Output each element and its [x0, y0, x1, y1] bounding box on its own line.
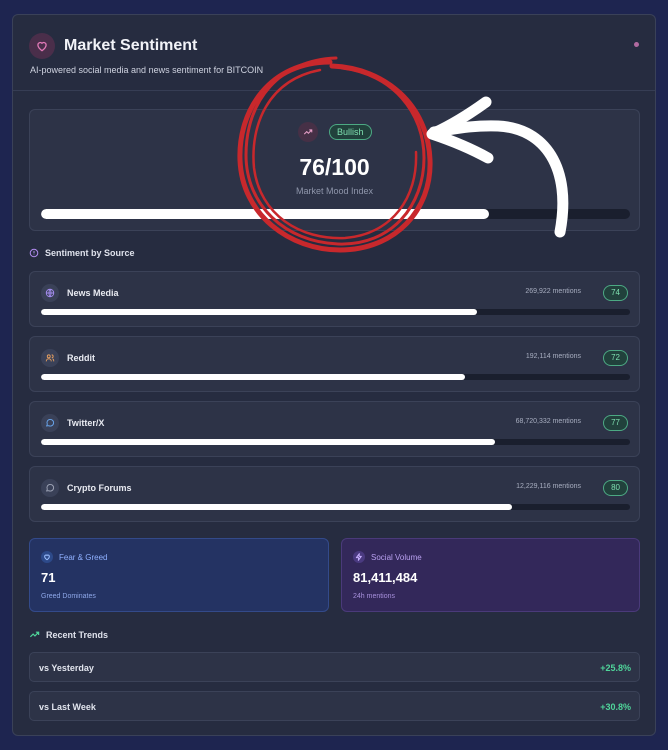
trends-title-label: Recent Trends [46, 629, 109, 640]
status-dot [634, 42, 639, 47]
globe-icon [41, 284, 59, 302]
fear-greed-header: Fear & Greed [41, 551, 107, 563]
card-subtitle: AI-powered social media and news sentime… [30, 65, 264, 75]
source-name: Twitter/X [67, 418, 105, 428]
source-row-twitter[interactable]: Twitter/X 68,720,332 mentions 77 [29, 401, 640, 457]
sources-section-title: Sentiment by Source [29, 248, 135, 258]
social-volume-header: Social Volume [353, 551, 422, 563]
fear-greed-label: Fear & Greed [59, 552, 108, 562]
chat-bubble-icon [41, 414, 59, 432]
source-mentions: 269,922 mentions [525, 288, 581, 295]
card-header: Market Sentiment AI-powered social media… [13, 15, 655, 91]
source-row-reddit[interactable]: Reddit 192,114 mentions 72 [29, 336, 640, 392]
mood-progress-fill [41, 209, 489, 219]
social-volume-card[interactable]: Social Volume 81,411,484 24h mentions [341, 538, 640, 612]
source-row-crypto-forums[interactable]: Crypto Forums 12,229,116 mentions 80 [29, 466, 640, 522]
mood-progress-bar [41, 209, 630, 219]
trend-value: +25.8% [600, 663, 631, 673]
mood-index-label: Market Mood Index [295, 186, 374, 196]
trend-label: vs Yesterday [39, 663, 94, 673]
trend-label: vs Last Week [39, 702, 96, 712]
source-name: Crypto Forums [67, 483, 132, 493]
source-score-badge: 77 [603, 415, 628, 431]
mood-index-value: 76/100 [299, 154, 370, 180]
sources-title-label: Sentiment by Source [45, 248, 135, 258]
fear-greed-sub: Greed Dominates [41, 593, 96, 600]
chat-bubble-icon [41, 479, 59, 497]
trends-section-title: Recent Trends [29, 629, 108, 640]
source-row-news-media[interactable]: News Media 269,922 mentions 74 [29, 271, 640, 327]
market-sentiment-card: Market Sentiment AI-powered social media… [12, 14, 656, 736]
source-progress-fill [41, 439, 495, 445]
source-progress-fill [41, 504, 513, 510]
source-progress-bar [41, 439, 630, 445]
card-title: Market Sentiment [64, 37, 198, 54]
heart-icon [29, 33, 55, 59]
social-volume-sub: 24h mentions [353, 593, 396, 600]
source-mentions: 12,229,116 mentions [516, 483, 581, 490]
source-score-badge: 74 [603, 285, 628, 301]
fear-greed-value: 71 [41, 570, 56, 585]
lightning-icon [353, 551, 365, 563]
social-volume-value: 81,411,484 [353, 570, 418, 585]
trending-up-icon [29, 631, 40, 638]
users-icon [41, 349, 59, 367]
market-mood-panel: Bullish 76/100 Market Mood Index [29, 109, 640, 231]
source-score-badge: 72 [603, 350, 628, 366]
source-progress-fill [41, 309, 477, 315]
heart-icon [41, 551, 53, 563]
trend-value: +30.8% [600, 702, 631, 712]
source-name: Reddit [67, 353, 95, 363]
source-mentions: 68,720,332 mentions [515, 418, 581, 425]
fear-greed-card[interactable]: Fear & Greed 71 Greed Dominates [29, 538, 329, 612]
info-icon [29, 248, 39, 258]
trend-row-yesterday: vs Yesterday +25.8% [29, 652, 640, 682]
source-score-badge: 80 [603, 480, 628, 496]
source-progress-bar [41, 504, 630, 510]
trend-row-last-week: vs Last Week +30.8% [29, 691, 640, 721]
social-volume-label: Social Volume [371, 552, 422, 562]
source-mentions: 192,114 mentions [525, 353, 581, 360]
source-name: News Media [67, 288, 119, 298]
source-progress-bar [41, 309, 630, 315]
mood-status-badge: Bullish [329, 124, 372, 140]
trending-up-icon [298, 122, 318, 142]
source-progress-bar [41, 374, 630, 380]
source-progress-fill [41, 374, 466, 380]
